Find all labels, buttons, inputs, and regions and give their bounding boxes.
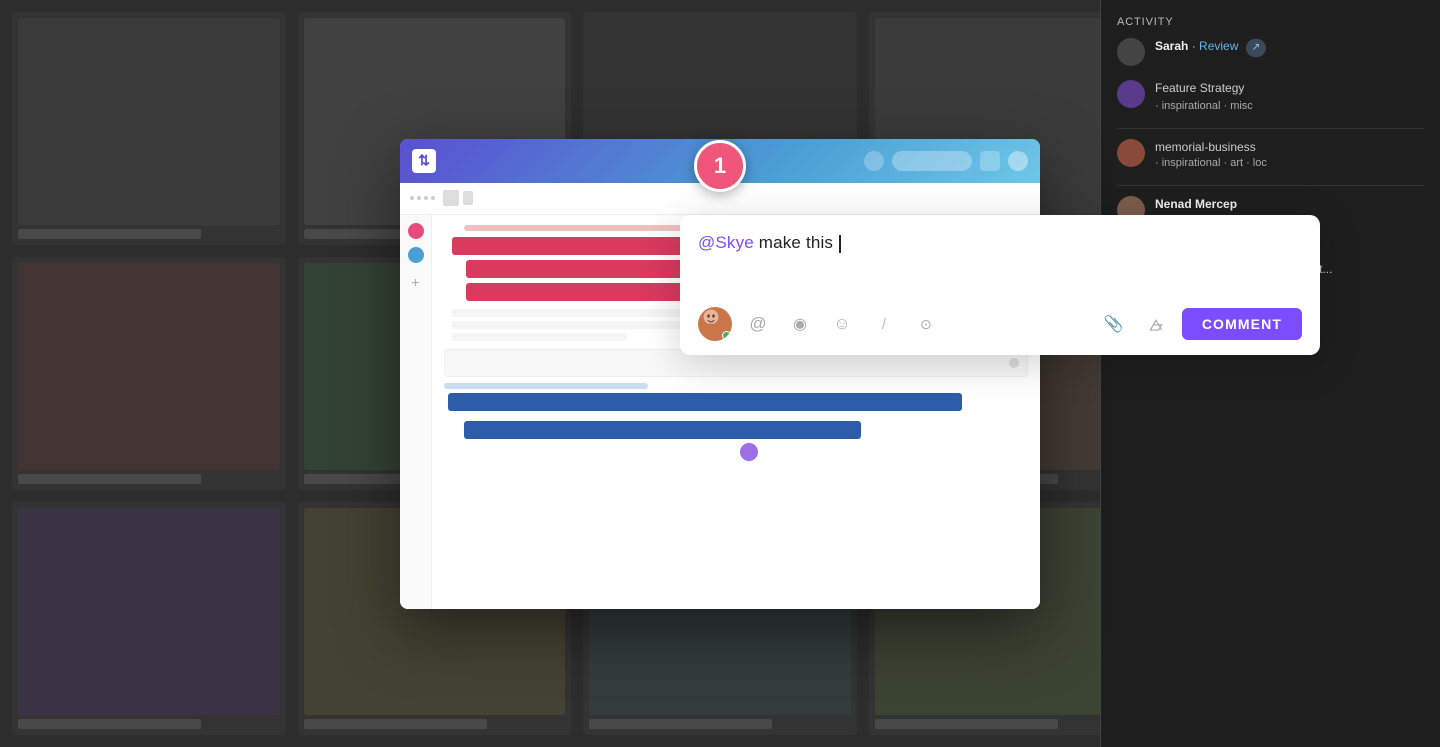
app-sidebar: +	[400, 215, 432, 609]
gantt-blue-title-row	[444, 383, 1028, 389]
rp-avatar-2	[1117, 80, 1145, 108]
emoji-button[interactable]: ☺	[826, 308, 858, 340]
bottom-avatar	[740, 443, 758, 461]
tag-button[interactable]: ◉	[784, 308, 816, 340]
toolbar-actions	[443, 190, 473, 206]
screenshot-card: ⇅ +	[400, 139, 1040, 609]
gantt-bar-blue-2	[464, 421, 861, 439]
sidebar-plus-icon[interactable]: +	[409, 275, 423, 289]
slash-command-button[interactable]: /	[868, 308, 900, 340]
attach-button[interactable]: 📎	[1098, 308, 1130, 340]
sidebar-dot-red	[408, 223, 424, 239]
right-panel: Activity Sarah · Review ↗ Feature Strate…	[1100, 0, 1440, 747]
rp-text-memorial: memorial-business · inspirational · art …	[1155, 139, 1267, 171]
bg-thumb-11	[12, 502, 286, 735]
record-button[interactable]: ⊙	[910, 308, 942, 340]
text-cursor	[839, 235, 841, 253]
commenter-avatar	[698, 307, 732, 341]
rp-text-1: Sarah · Review ↗	[1155, 38, 1266, 57]
comment-popup: @Skye make this @ ◉ ☺ / ⊙	[680, 215, 1320, 355]
grid-icon[interactable]	[980, 151, 1000, 171]
user-avatar-header[interactable]	[1008, 151, 1028, 171]
notification-badge: 1	[694, 140, 746, 192]
rp-text-2: Feature Strategy · inspirational · misc	[1155, 80, 1253, 114]
rp-item-1: Sarah · Review ↗	[1117, 38, 1424, 66]
rp-item-memorial: memorial-business · inspirational · art …	[1117, 128, 1424, 171]
bg-thumb-1	[12, 12, 286, 245]
app-logo: ⇅	[412, 149, 436, 173]
toolbar-grid	[410, 196, 435, 200]
drive-button[interactable]	[1140, 308, 1172, 340]
record-icon: ⊙	[920, 316, 932, 333]
slash-icon: /	[882, 316, 886, 333]
comment-text: make this	[754, 233, 838, 252]
at-icon: @	[749, 314, 766, 334]
toolbar-icon-1[interactable]	[443, 190, 459, 206]
attach-icon: 📎	[1104, 314, 1124, 334]
rp-avatar-1	[1117, 38, 1145, 66]
sidebar-dot-blue	[408, 247, 424, 263]
at-mention-button[interactable]: @	[742, 308, 774, 340]
emoji-icon: ☺	[833, 314, 850, 334]
tag-icon: ◉	[793, 314, 807, 334]
gantt-blue-section	[444, 383, 1028, 439]
bg-thumb-6	[12, 257, 286, 490]
comment-text-area[interactable]: @Skye make this	[698, 233, 1302, 293]
comment-mention: @Skye	[698, 233, 754, 252]
rp-item-2: Feature Strategy · inspirational · misc	[1117, 80, 1424, 114]
bell-icon[interactable]	[864, 151, 884, 171]
rp-header: Activity	[1117, 16, 1424, 28]
header-search[interactable]	[892, 151, 972, 171]
gantt-bar-blue-1	[448, 393, 962, 411]
comment-toolbar: @ ◉ ☺ / ⊙ 📎 COMMENT	[698, 307, 1302, 341]
toolbar-icon-2[interactable]	[463, 191, 473, 205]
comment-submit-button[interactable]: COMMENT	[1182, 308, 1302, 340]
drive-icon	[1147, 315, 1165, 333]
rp-avatar-memorial	[1117, 139, 1145, 167]
online-indicator	[722, 331, 731, 340]
